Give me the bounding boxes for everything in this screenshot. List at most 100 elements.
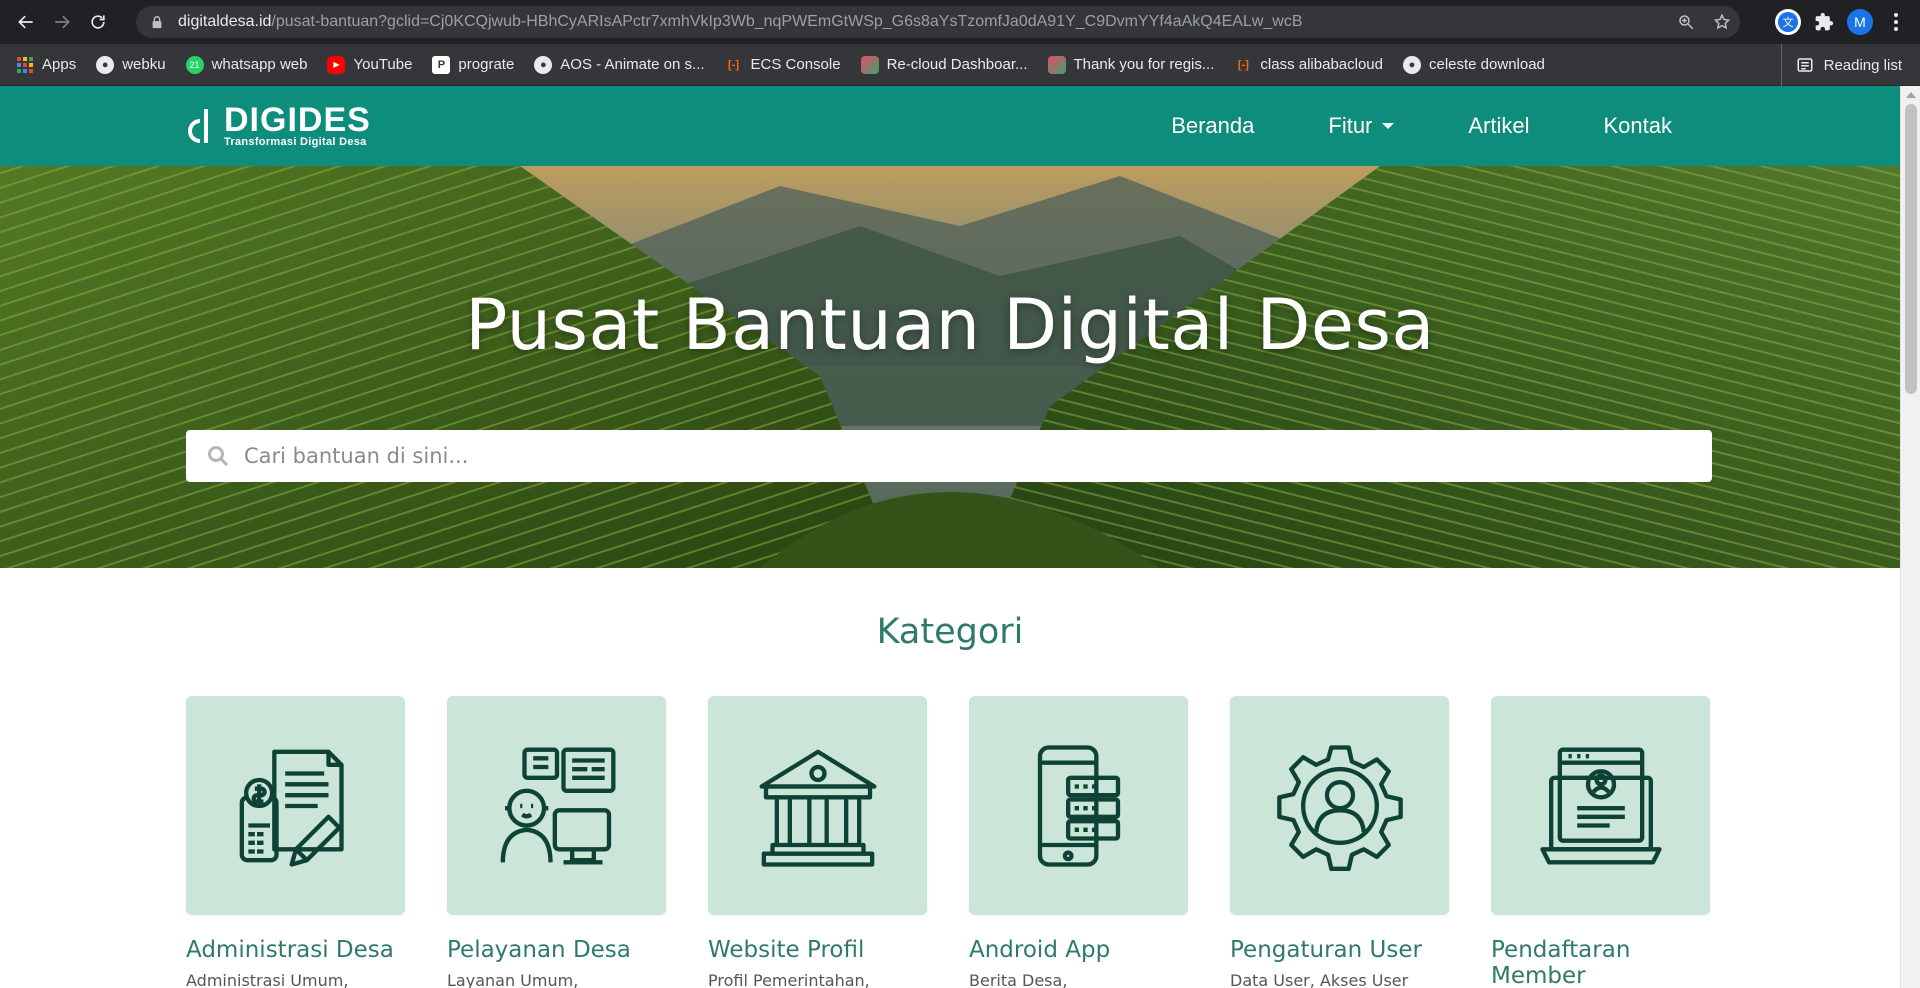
card-image	[969, 696, 1188, 915]
mobile-app-icon	[1037, 744, 1120, 867]
card-description: Berita Desa,	[969, 971, 1068, 988]
menu-fitur[interactable]: Fitur	[1328, 113, 1395, 139]
bookmark-recloud[interactable]: Re-cloud Dashboar...	[860, 55, 1028, 74]
card-image	[1230, 696, 1449, 915]
bookmark-label: Re-cloud Dashboar...	[886, 56, 1028, 73]
section-heading: Kategori	[876, 612, 1024, 652]
bookmark-label: celeste download	[1428, 56, 1545, 73]
hero-title: Pusat Bantuan Digital Desa	[465, 284, 1435, 366]
bookmarks-bar: Apps ● webku 21 whatsapp web ▶ YouTube P…	[0, 44, 1920, 86]
card-title: Android App	[969, 937, 1111, 963]
bookmark-label: prograte	[458, 56, 515, 73]
bookmark-star-icon[interactable]	[1704, 6, 1740, 38]
back-icon[interactable]	[8, 4, 44, 40]
digides-logo-icon	[188, 109, 208, 143]
browser-toolbar: digitaldesa.id/pusat-bantuan?gclid=Cj0KC…	[0, 0, 1920, 44]
card-image	[447, 696, 666, 915]
lock-icon	[152, 16, 162, 29]
hero-banner: Pusat Bantuan Digital Desa	[0, 166, 1900, 568]
card-description: Profil Pemerintahan,	[708, 971, 870, 988]
menu-label: Beranda	[1171, 113, 1255, 138]
bookmark-whatsapp[interactable]: 21 whatsapp web	[185, 55, 308, 74]
menu-label: Artikel	[1468, 113, 1530, 138]
recloud-icon	[860, 55, 879, 74]
search-input[interactable]	[244, 444, 1644, 468]
bookmark-thank-you[interactable]: Thank you for regis...	[1047, 55, 1214, 74]
reading-list-label: Reading list	[1823, 56, 1902, 74]
profile-avatar[interactable]: M	[1844, 6, 1876, 38]
category-cards: Administrasi Desa Administrasi Umum, Pel…	[186, 696, 1710, 988]
scroll-up-icon[interactable]	[1906, 92, 1916, 98]
translate-icon[interactable]: 文	[1772, 6, 1804, 38]
reload-icon[interactable]	[80, 4, 116, 40]
card-title: Pendaftaran Member	[1491, 937, 1631, 988]
bookmark-label: Apps	[42, 56, 77, 73]
bookmark-aos[interactable]: ● AOS - Animate on s...	[534, 55, 705, 74]
page-scrollbar[interactable]	[1900, 86, 1920, 988]
category-card-website[interactable]: Website Profil Profil Pemerintahan,	[708, 696, 927, 988]
puzzle-icon[interactable]	[1808, 6, 1840, 38]
category-card-pelayanan[interactable]: Pelayanan Desa Layanan Umum,	[447, 696, 666, 988]
reading-list-icon	[1797, 58, 1813, 72]
card-description: Layanan Umum,	[447, 971, 579, 988]
menu-kontak[interactable]: Kontak	[1604, 113, 1673, 139]
main-menu: Beranda Fitur Artikel Kontak	[1171, 86, 1672, 166]
recloud-icon	[1047, 55, 1066, 74]
card-title: Pengaturan User	[1230, 937, 1422, 963]
government-building-icon	[759, 749, 876, 867]
category-card-administrasi[interactable]: Administrasi Desa Administrasi Umum,	[186, 696, 405, 988]
reading-list-button[interactable]: Reading list	[1780, 44, 1902, 86]
bookmark-webku[interactable]: ● webku	[96, 55, 166, 74]
forward-icon[interactable]	[44, 4, 80, 40]
bookmark-class-alibabacloud[interactable]: [-] class alibabacloud	[1234, 56, 1383, 74]
bookmark-label: AOS - Animate on s...	[560, 56, 705, 73]
globe-icon: ●	[534, 55, 553, 74]
bookmark-label: class alibabacloud	[1260, 56, 1383, 73]
card-title: Pelayanan Desa	[447, 937, 631, 963]
site-navbar: DIGIDES Transformasi Digital Desa Berand…	[0, 86, 1900, 166]
url-text: digitaldesa.id/pusat-bantuan?gclid=Cj0KC…	[178, 13, 1668, 31]
apps-grid-icon	[16, 56, 34, 74]
globe-icon: ●	[1402, 55, 1421, 74]
more-menu-icon[interactable]	[1880, 6, 1912, 38]
bookmark-label: whatsapp web	[211, 56, 308, 73]
card-image	[1491, 696, 1710, 915]
youtube-icon: ▶	[327, 55, 346, 74]
card-title: Website Profil	[708, 937, 865, 963]
category-card-pendaftaran[interactable]: Pendaftaran Member	[1491, 696, 1710, 988]
menu-beranda[interactable]: Beranda	[1171, 113, 1254, 139]
bookmark-label: webku	[122, 56, 166, 73]
bookmark-prograte[interactable]: P prograte	[432, 55, 515, 74]
url-host: digitaldesa.id	[178, 13, 272, 30]
globe-icon: ●	[96, 55, 115, 74]
bookmark-ecs-console[interactable]: [-] ECS Console	[725, 56, 841, 74]
search-bar	[186, 430, 1712, 482]
extensions-area: 文 M	[1772, 0, 1920, 44]
category-card-android[interactable]: Android App Berita Desa,	[969, 696, 1188, 988]
card-image	[186, 696, 405, 915]
bookmark-label: ECS Console	[750, 56, 841, 73]
bookmark-celeste[interactable]: ● celeste download	[1402, 55, 1545, 74]
menu-artikel[interactable]: Artikel	[1468, 113, 1529, 139]
laptop-profile-icon	[1539, 747, 1662, 864]
bookmark-label: YouTube	[353, 56, 413, 73]
zoom-icon[interactable]	[1668, 6, 1704, 38]
address-bar[interactable]: digitaldesa.id/pusat-bantuan?gclid=Cj0KC…	[136, 6, 1740, 38]
card-description: Data User, Akses User	[1230, 971, 1409, 988]
bookmark-apps[interactable]: Apps	[16, 56, 76, 74]
whatsapp-icon: 21	[185, 55, 204, 74]
rice-terrace-background	[0, 166, 1900, 568]
search-icon	[208, 446, 229, 467]
site-logo[interactable]: DIGIDES Transformasi Digital Desa	[186, 101, 371, 148]
page-viewport: DIGIDES Transformasi Digital Desa Berand…	[0, 86, 1920, 988]
chevron-down-icon	[1382, 123, 1395, 129]
category-card-pengaturan[interactable]: Pengaturan User Data User, Akses User	[1230, 696, 1449, 988]
logo-subtitle: Transformasi Digital Desa	[224, 136, 367, 148]
document-money-icon	[239, 749, 344, 867]
scrollbar-thumb[interactable]	[1905, 104, 1917, 394]
logo-title: DIGIDES	[224, 101, 371, 139]
kategori-section: Kategori Administrasi Desa Administrasi …	[0, 568, 1900, 988]
customer-service-icon	[500, 747, 615, 864]
bookmark-youtube[interactable]: ▶ YouTube	[327, 55, 413, 74]
card-description: Administrasi Umum,	[186, 971, 349, 988]
